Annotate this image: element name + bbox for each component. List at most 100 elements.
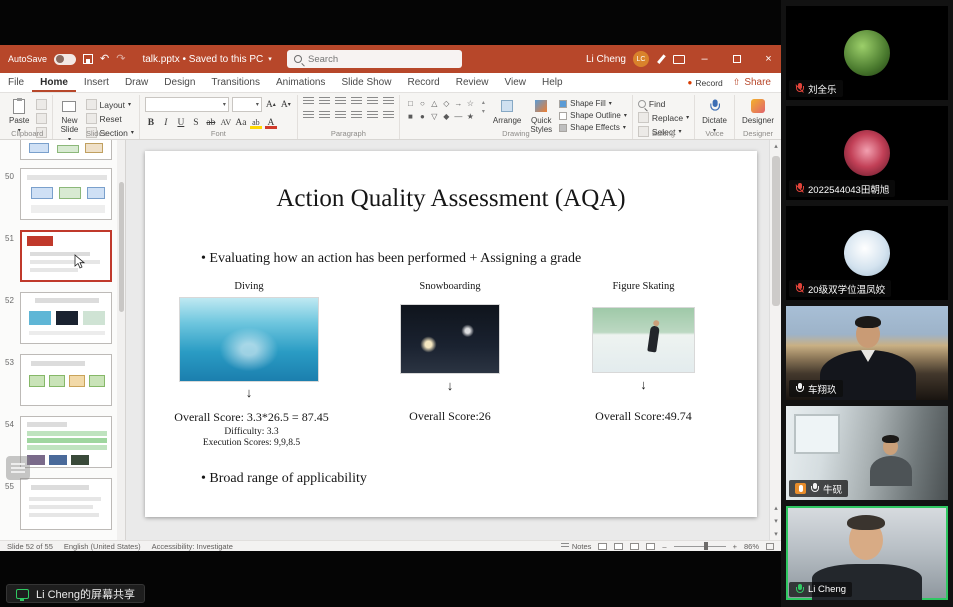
language-indicator[interactable]: English (United States) [64,542,141,551]
arrange-button[interactable]: Arrange [491,97,523,126]
find-button[interactable]: Find [638,99,689,109]
redo-button[interactable]: ↷ [116,54,125,65]
slide-thumbnail-50[interactable] [20,168,112,220]
thumbnail-scrollbar[interactable] [117,140,125,540]
highlight-color-button[interactable]: ab [250,116,262,129]
notes-button[interactable]: Notes [561,542,592,551]
shape-icon[interactable]: → [454,99,462,108]
text-direction-button[interactable] [383,97,394,106]
snowboarding-score[interactable]: Overall Score:26 [370,409,530,424]
tab-transitions[interactable]: Transitions [203,73,268,92]
minimize-button[interactable]: – [692,45,717,73]
snowboarding-image[interactable] [400,304,500,374]
shapes-scroll-down[interactable]: ▾ [482,108,485,115]
shape-fill-button[interactable]: Shape Fill▾ [559,99,627,108]
tab-view[interactable]: View [497,73,535,92]
change-case-button[interactable]: Aa [235,116,247,129]
slide-scrollbar[interactable]: ▴ ▴ ▾ ▾ [769,140,781,540]
align-center-button[interactable] [319,111,330,120]
font-color-button[interactable]: A [265,116,277,129]
copy-button[interactable] [36,113,47,124]
strikethrough-button[interactable]: ab [205,116,217,129]
layout-button[interactable]: Layout▾ [86,99,134,110]
participant-tile[interactable]: 20级双学位温凤姣 [786,206,948,300]
indent-decrease-button[interactable] [335,97,346,106]
record-button[interactable]: ● Record [688,78,723,88]
shape-icon[interactable]: — [454,112,462,121]
shrink-font-button[interactable]: A▾ [280,98,292,111]
shape-icon[interactable]: △ [431,99,437,108]
slide-thumbnail-partial[interactable] [20,140,112,160]
scrollbar-thumb[interactable] [772,156,780,306]
tab-record[interactable]: Record [399,73,447,92]
document-title[interactable]: talk.pptx • Saved to this PC ▾ [142,54,271,65]
shape-icon[interactable]: ▽ [431,112,437,121]
tab-review[interactable]: Review [448,73,497,92]
columns-button[interactable] [367,111,378,120]
close-button[interactable]: × [756,45,781,73]
shape-icon[interactable]: ○ [420,99,425,108]
example-label-diving[interactable]: Diving [179,281,319,292]
justify-button[interactable] [351,111,362,120]
shape-icon[interactable]: ■ [408,112,413,121]
normal-view-button[interactable] [598,543,607,550]
undo-button[interactable]: ↶ [100,54,109,65]
text-shadow-button[interactable]: S [190,116,202,129]
tab-design[interactable]: Design [156,73,203,92]
shape-outline-button[interactable]: Shape Outline▾ [559,111,627,120]
diving-score[interactable]: Overall Score: 3.3*26.5 = 87.45 [149,410,354,425]
tab-file[interactable]: File [0,73,32,92]
slide-thumbnail-54[interactable] [20,416,112,468]
search-box[interactable] [287,50,462,68]
slide-bullet-2[interactable]: • Broad range of applicability [201,471,367,487]
meeting-floating-control[interactable] [6,456,30,480]
shape-icon[interactable]: □ [408,99,413,108]
participant-tile[interactable]: 牛砚 [786,406,948,500]
user-avatar[interactable]: LC [633,51,649,67]
participant-tile[interactable]: 刘全乐 [786,6,948,100]
participant-tile-active-speaker[interactable]: Li Cheng [786,506,948,600]
shape-icon[interactable]: ◆ [443,112,449,121]
figure-skating-score[interactable]: Overall Score:49.74 [562,409,725,424]
figure-skating-image[interactable] [592,307,695,373]
bold-button[interactable]: B [145,116,157,129]
zoom-slider[interactable] [674,546,726,547]
restore-button[interactable] [724,45,749,73]
screen-share-banner[interactable]: Li Cheng的屏幕共享 [6,584,145,603]
font-name-combo[interactable]: ▾ [145,97,229,112]
slide-thumbnail-53[interactable] [20,354,112,406]
zoom-in-button[interactable]: + [733,542,737,551]
slide-thumbnail-55[interactable] [20,478,112,530]
zoom-level[interactable]: 86% [744,542,759,551]
cut-button[interactable] [36,99,47,110]
pen-icon[interactable] [656,53,666,65]
search-input[interactable] [308,54,438,65]
align-right-button[interactable] [335,111,346,120]
slide-thumbnail-51[interactable] [20,230,112,282]
shape-icon[interactable]: ☆ [467,99,474,108]
italic-button[interactable]: I [160,116,172,129]
grow-font-button[interactable]: A▴ [265,98,277,111]
diving-image[interactable] [179,297,319,382]
convert-smartart-button[interactable] [383,111,394,120]
line-spacing-button[interactable] [367,97,378,106]
reset-button[interactable]: Reset [86,113,134,124]
tab-slide-show[interactable]: Slide Show [333,73,399,92]
share-button[interactable]: ⇧ Share [733,77,771,88]
zoom-out-button[interactable]: – [662,542,666,551]
slideshow-view-button[interactable] [646,543,655,550]
participant-tile[interactable]: 2022544043田朝旭 [786,106,948,200]
example-label-snowboarding[interactable]: Snowboarding [400,281,500,292]
numbering-button[interactable] [319,97,330,106]
tab-draw[interactable]: Draw [117,73,156,92]
shape-icon[interactable]: ● [420,112,425,121]
save-button[interactable] [83,54,93,64]
slide-sorter-view-button[interactable] [614,543,623,550]
underline-button[interactable]: U [175,116,187,129]
character-spacing-button[interactable]: AV [220,116,232,129]
replace-button[interactable]: Replace▾ [638,112,689,123]
fit-to-window-button[interactable] [766,543,774,550]
slide[interactable]: Action Quality Assessment (AQA) • Evalua… [145,151,757,517]
autosave-toggle[interactable] [54,54,76,65]
shapes-scroll-up[interactable]: ▴ [482,99,485,106]
